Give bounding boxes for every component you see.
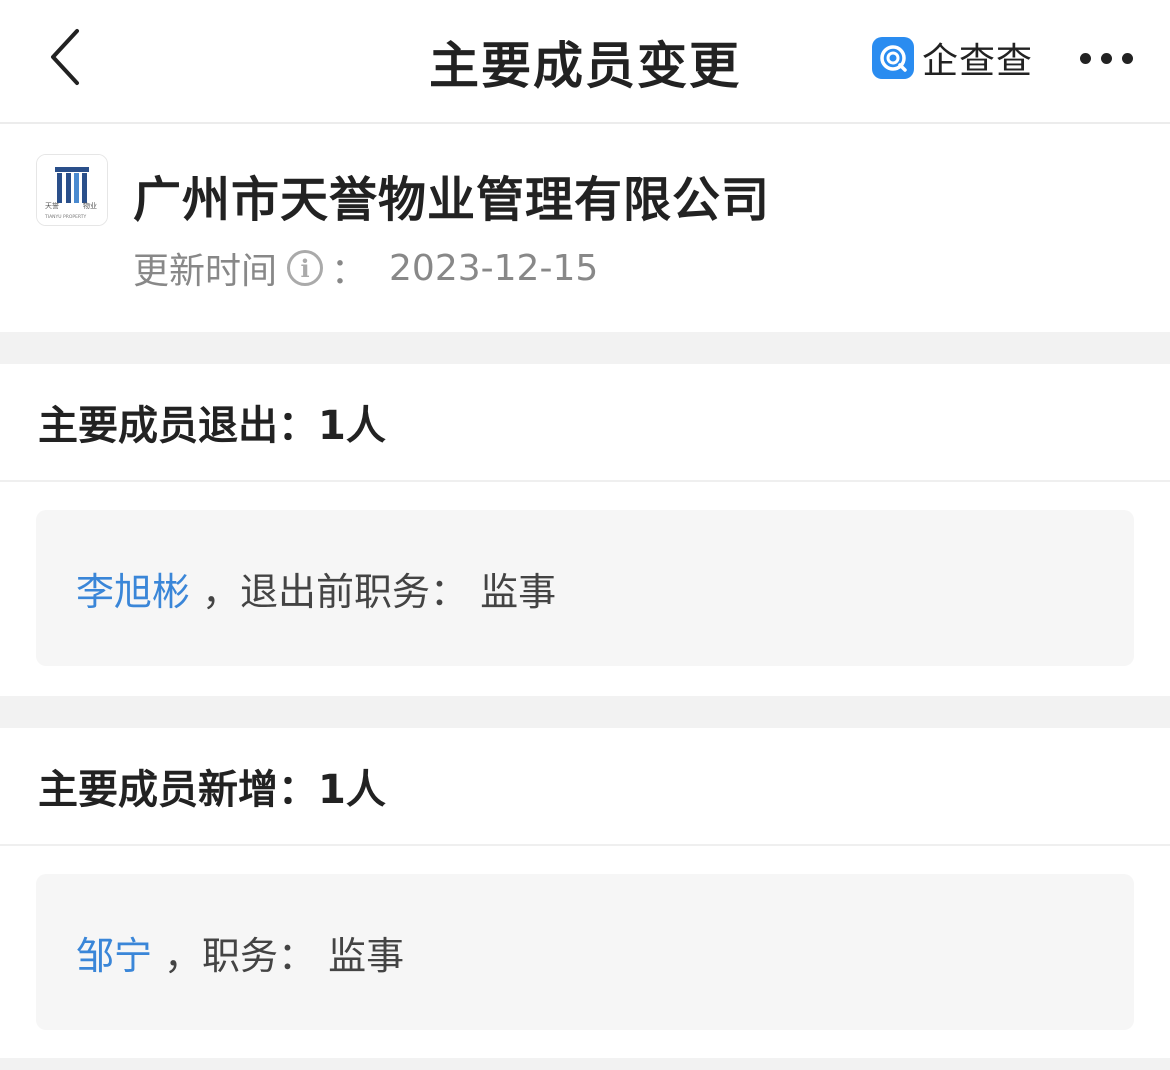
position-text: ，退出前职务： 监事 <box>202 569 557 614</box>
person-name-link[interactable]: 邹宁 <box>76 925 152 980</box>
update-time-label: 更新时间 <box>133 251 278 292</box>
top-nav-bar: 主要成员变更 企查查 <box>0 0 1170 124</box>
svg-text:TIANYU PROPERTY: TIANYU PROPERTY <box>44 214 86 220</box>
section-title: 主要成员新增：1人 <box>0 728 1170 846</box>
info-icon[interactable]: i <box>287 250 324 286</box>
list-item: 李旭彬 ，退出前职务： 监事 <box>36 510 1134 666</box>
person-name-link[interactable]: 李旭彬 <box>76 561 190 616</box>
brand: 企查查 <box>872 36 1033 82</box>
brand-logo-icon <box>872 37 914 79</box>
more-dot-icon <box>1100 52 1112 64</box>
more-dot-icon <box>1121 52 1133 64</box>
member-add-section: 主要成员新增：1人 邹宁 ，职务： 监事 <box>0 728 1170 1058</box>
svg-text:天誉: 天誉 <box>45 201 59 210</box>
more-dot-icon <box>1079 52 1091 64</box>
member-exit-section: 主要成员退出：1人 李旭彬 ，退出前职务： 监事 <box>0 364 1170 696</box>
company-info: 天誉 物业 TIANYU PROPERTY 广州市天誉物业管理有限公司 更新时间… <box>0 124 1170 332</box>
brand-name: 企查查 <box>922 41 1034 82</box>
update-time-separator: ： <box>331 251 368 292</box>
svg-text:物业: 物业 <box>83 201 97 210</box>
list-item: 邹宁 ，职务： 监事 <box>36 874 1134 1030</box>
update-time-row: 更新时间 i ： 2023-12-15 <box>133 242 598 294</box>
position-text: ，职务： 监事 <box>164 933 405 978</box>
company-name[interactable]: 广州市天誉物业管理有限公司 <box>133 160 770 230</box>
more-menu-button[interactable] <box>1066 36 1146 80</box>
section-title: 主要成员退出：1人 <box>0 364 1170 482</box>
update-date: 2023-12-15 <box>389 247 599 289</box>
company-logo[interactable]: 天誉 物业 TIANYU PROPERTY <box>36 154 108 226</box>
